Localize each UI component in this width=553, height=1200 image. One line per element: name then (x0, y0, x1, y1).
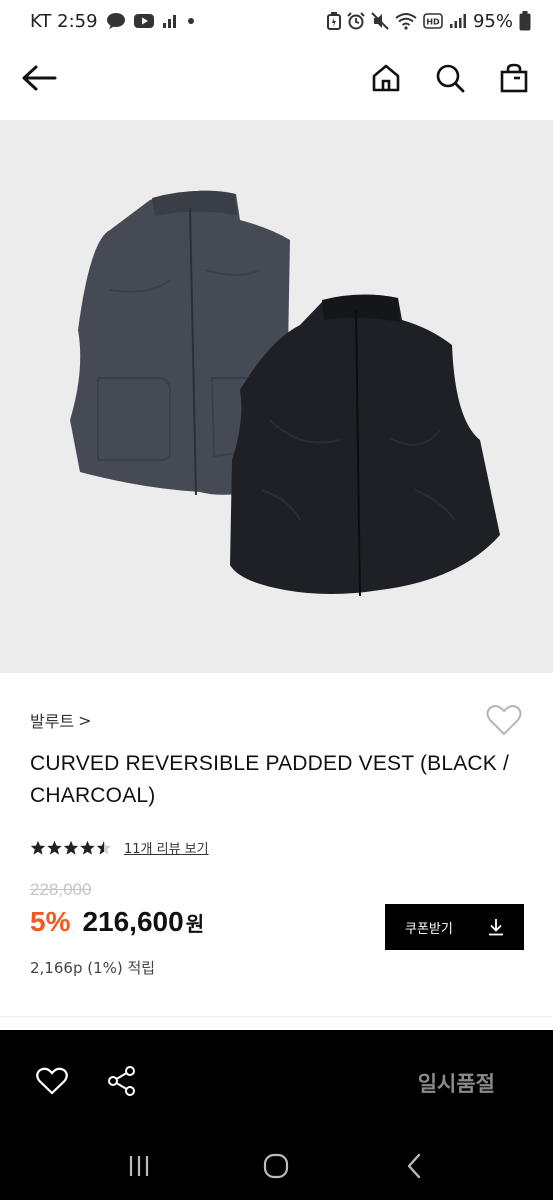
share-icon (107, 1065, 137, 1101)
bag-icon (500, 63, 528, 97)
signal-bars-icon (162, 13, 178, 29)
battery-percent: 95% (472, 10, 513, 32)
wifi-icon (395, 12, 417, 30)
rating-stars (30, 840, 112, 856)
recent-apps-button[interactable] (119, 1148, 159, 1188)
status-bar: KT 2:59 HD 95% (0, 0, 553, 42)
section-divider (0, 1016, 553, 1017)
heart-icon (36, 1067, 68, 1099)
rating-row: 11개 리뷰 보기 (30, 838, 209, 857)
search-icon (435, 63, 465, 97)
brand-chevron-icon: > (78, 710, 92, 730)
dot-icon (186, 16, 196, 26)
home-icon (371, 63, 401, 97)
back-button[interactable] (21, 63, 57, 97)
brand-link[interactable]: 발루트 > (30, 708, 92, 732)
original-price: 228,000 (30, 880, 92, 899)
discount-rate: 5% (30, 906, 71, 937)
system-nav-bar (0, 1135, 553, 1200)
points-info: 2,166p (1%) 적립 (30, 959, 156, 977)
alarm-icon (347, 12, 365, 30)
like-button[interactable] (34, 1065, 70, 1101)
cart-button[interactable] (497, 63, 531, 97)
status-right: HD 95% (326, 10, 531, 32)
battery-icon (519, 11, 531, 31)
home-button[interactable] (369, 63, 403, 97)
home-circle-icon (263, 1153, 289, 1183)
carrier-time: KT 2:59 (30, 10, 98, 32)
coupon-label: 쿠폰받기 (405, 921, 453, 937)
svg-text:HD: HD (426, 18, 440, 27)
recent-apps-icon (127, 1154, 151, 1182)
price-row: 5% 216,600 원 (30, 906, 204, 938)
currency-label: 원 (185, 912, 205, 936)
youtube-icon (133, 13, 154, 29)
bottom-action-bar: 일시품절 (0, 1030, 553, 1135)
heart-outline-icon (486, 704, 522, 740)
search-button[interactable] (433, 63, 467, 97)
coupon-button[interactable]: 쿠폰받기 (385, 904, 524, 950)
nav-actions (369, 63, 531, 97)
back-arrow-icon (21, 64, 57, 96)
hd-icon: HD (423, 13, 443, 29)
review-link[interactable]: 11개 리뷰 보기 (124, 838, 209, 857)
sale-price: 216,600 (82, 906, 184, 937)
chat-bubble-icon (106, 12, 126, 30)
soldout-label: 일시품절 (417, 1071, 495, 1096)
mute-icon (371, 12, 389, 30)
star-icons (30, 840, 112, 855)
cell-signal-icon (449, 13, 467, 29)
share-button[interactable] (104, 1065, 140, 1101)
back-chevron-icon (405, 1153, 423, 1183)
battery-saver-icon (326, 12, 341, 30)
brand-name: 발루트 (30, 712, 75, 731)
wishlist-button[interactable] (484, 702, 524, 742)
product-image[interactable] (0, 120, 553, 673)
system-home-button[interactable] (256, 1148, 296, 1188)
system-back-button[interactable] (394, 1148, 434, 1188)
product-title: CURVED REVERSIBLE PADDED VEST (BLACK / C… (30, 752, 510, 807)
status-left: KT 2:59 (30, 11, 196, 32)
top-nav (0, 42, 553, 118)
download-icon (488, 918, 504, 936)
